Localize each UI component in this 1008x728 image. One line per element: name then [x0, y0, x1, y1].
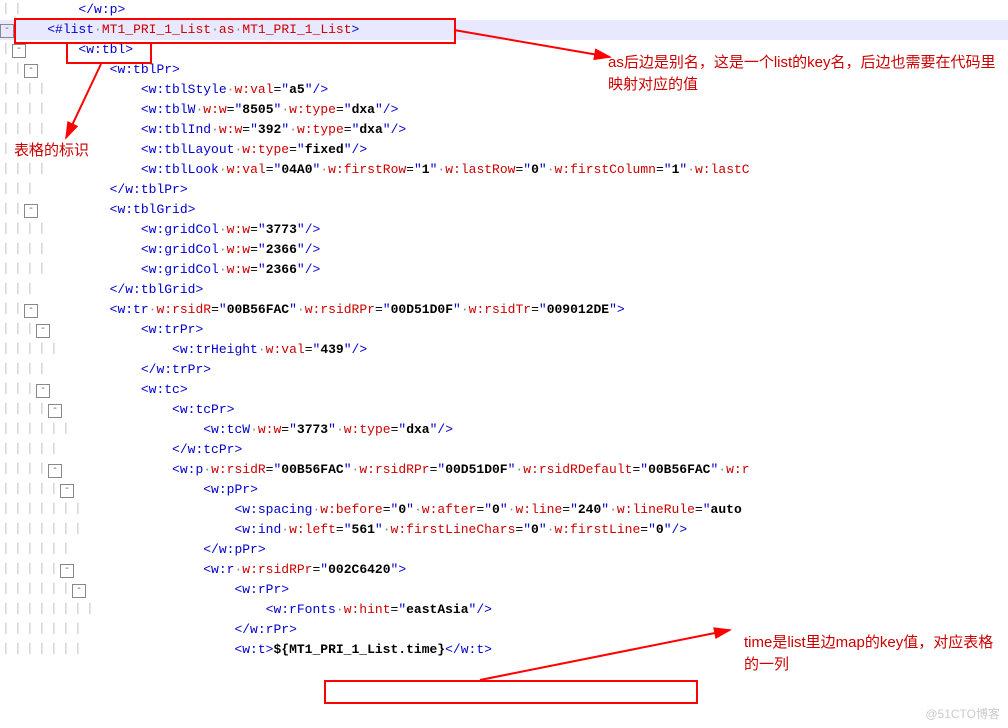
code-line[interactable]: ││││ <w:tblInd·w:w="392"·w:type="dxa"/>	[0, 120, 1008, 140]
code-line[interactable]: │││││││ <w:spacing·w:before="0"·w:after=…	[0, 500, 1008, 520]
code-line[interactable]: - <#list·MT1_PRI_1_List·as·MT1_PRI_1_Lis…	[0, 20, 1008, 40]
code-line[interactable]: ││││││ <w:tcW·w:w="3773"·w:type="dxa"/>	[0, 420, 1008, 440]
code-line[interactable]: ││││││ </w:pPr>	[0, 540, 1008, 560]
code-line[interactable]: │││││ <w:trHeight·w:val="439"/>	[0, 340, 1008, 360]
code-line[interactable]: │││││- <w:r·w:rsidRPr="002C6420">	[0, 560, 1008, 580]
annotation-bottom-right: time是list里边map的key值，对应表格的一列	[744, 632, 994, 676]
code-line[interactable]: ││ </w:p>	[0, 0, 1008, 20]
code-line[interactable]: │││- <w:trPr>	[0, 320, 1008, 340]
annotation-box-wt	[324, 680, 698, 704]
code-line[interactable]: │││││││ <w:ind·w:left="561"·w:firstLineC…	[0, 520, 1008, 540]
code-line[interactable]: │││││ </w:tcPr>	[0, 440, 1008, 460]
code-line[interactable]: │││- <w:tc>	[0, 380, 1008, 400]
code-line[interactable]: ││││ </w:trPr>	[0, 360, 1008, 380]
code-line[interactable]: ││││││││ <w:rFonts·w:hint="eastAsia"/>	[0, 600, 1008, 620]
code-line[interactable]: ││- <w:tr·w:rsidR="00B56FAC"·w:rsidRPr="…	[0, 300, 1008, 320]
code-line[interactable]: ││││ <w:tblW·w:w="8505"·w:type="dxa"/>	[0, 100, 1008, 120]
watermark: @51CTO博客	[925, 704, 1000, 724]
code-line[interactable]: ││││ <w:tblLook·w:val="04A0"·w:firstRow=…	[0, 160, 1008, 180]
annotation-left: 表格的标识	[14, 140, 89, 162]
code-line[interactable]: ││││- <w:p·w:rsidR="00B56FAC"·w:rsidRPr=…	[0, 460, 1008, 480]
fold-icon[interactable]: -	[0, 24, 14, 38]
code-line[interactable]: │││ </w:tblPr>	[0, 180, 1008, 200]
code-editor[interactable]: ││ </w:p>- <#list·MT1_PRI_1_List·as·MT1_…	[0, 0, 1008, 660]
code-line[interactable]: │││ </w:tblGrid>	[0, 280, 1008, 300]
code-line[interactable]: ││││ <w:gridCol·w:w="2366"/>	[0, 240, 1008, 260]
code-line[interactable]: ││││- <w:tcPr>	[0, 400, 1008, 420]
annotation-top-right: as后边是别名，这是一个list的key名，后边也需要在代码里映射对应的值	[608, 52, 998, 96]
code-line[interactable]: │││││- <w:pPr>	[0, 480, 1008, 500]
code-line[interactable]: ││- <w:tblGrid>	[0, 200, 1008, 220]
code-line[interactable]: ││││ <w:gridCol·w:w="2366"/>	[0, 260, 1008, 280]
code-line[interactable]: ││││││- <w:rPr>	[0, 580, 1008, 600]
code-line[interactable]: ││││ <w:tblLayout·w:type="fixed"/>	[0, 140, 1008, 160]
code-line[interactable]: ││││ <w:gridCol·w:w="3773"/>	[0, 220, 1008, 240]
